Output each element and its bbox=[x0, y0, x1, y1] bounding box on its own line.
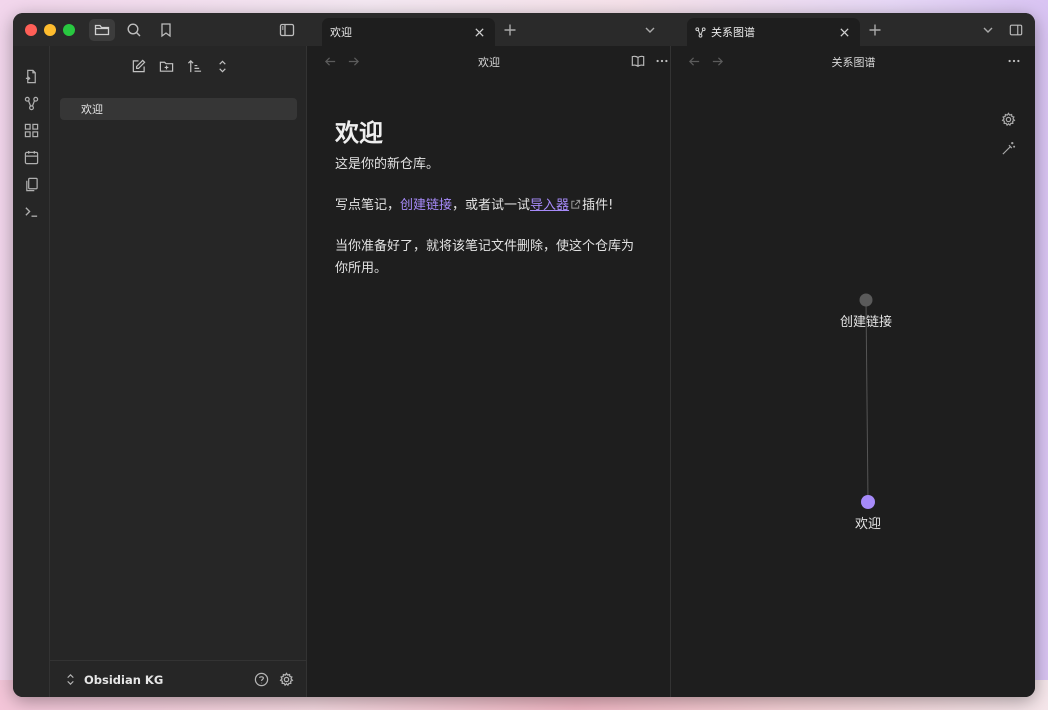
tab-graph-label: 关系图谱 bbox=[711, 26, 755, 39]
note-view-header: 欢迎 bbox=[308, 46, 670, 76]
close-icon[interactable] bbox=[837, 25, 851, 39]
close-icon[interactable] bbox=[472, 25, 486, 39]
minimize-window-button[interactable] bbox=[44, 24, 56, 36]
close-window-button[interactable] bbox=[25, 24, 37, 36]
settings-gear-icon[interactable] bbox=[278, 671, 294, 687]
tab-welcome[interactable]: 欢迎 bbox=[322, 18, 495, 46]
graph-node-create-link[interactable] bbox=[859, 293, 873, 307]
canvas-icon[interactable] bbox=[23, 122, 40, 139]
maximize-window-button[interactable] bbox=[63, 24, 75, 36]
app-window: 欢迎 关系图谱 欢迎 Obsidian KG 欢迎 欢迎 这是你的新仓库。 写点… bbox=[13, 13, 1035, 697]
note-paragraph-1: 这是你的新仓库。 bbox=[335, 157, 440, 172]
note-paragraph-2: 写点笔记，创建链接，或者试一试导入器 插件! bbox=[335, 195, 635, 217]
new-tab-button[interactable] bbox=[501, 21, 519, 39]
file-item-label: 欢迎 bbox=[81, 103, 103, 116]
title-bar: 欢迎 关系图谱 bbox=[13, 13, 1035, 46]
sidebar-right-icon[interactable] bbox=[1007, 21, 1025, 39]
note-pane: 欢迎 欢迎 这是你的新仓库。 写点笔记，创建链接，或者试一试导入器 插件! 当你准… bbox=[308, 46, 671, 697]
note-paragraph-3: 当你准备好了，就将该笔记文件删除，使这个仓库为你所用。 bbox=[335, 239, 635, 276]
graph-edge bbox=[865, 299, 869, 503]
collapse-icon[interactable] bbox=[212, 56, 232, 76]
vault-switcher-icon[interactable] bbox=[62, 671, 78, 687]
note-view-title: 欢迎 bbox=[478, 56, 500, 69]
note-content[interactable]: 欢迎 这是你的新仓库。 写点笔记，创建链接，或者试一试导入器 插件! 当你准备好了… bbox=[335, 118, 635, 280]
vault-name[interactable]: Obsidian KG bbox=[84, 673, 163, 687]
file-item-welcome[interactable]: 欢迎 bbox=[60, 98, 297, 120]
sort-icon[interactable] bbox=[184, 56, 204, 76]
graph-canvas[interactable] bbox=[672, 46, 1035, 697]
new-tab-button-right[interactable] bbox=[866, 21, 884, 39]
tab-list-chevron-down-icon-right[interactable] bbox=[979, 21, 997, 39]
graph-node-welcome[interactable] bbox=[861, 495, 875, 509]
templates-icon[interactable] bbox=[23, 176, 40, 193]
daily-notes-icon[interactable] bbox=[23, 149, 40, 166]
graph-view-icon[interactable] bbox=[23, 95, 40, 112]
more-options-icon[interactable] bbox=[654, 53, 670, 69]
left-ribbon bbox=[13, 46, 50, 697]
internal-link[interactable]: 创建链接 bbox=[400, 198, 452, 213]
reading-view-icon[interactable] bbox=[630, 53, 646, 69]
graph-icon bbox=[695, 26, 706, 38]
note-title: 欢迎 bbox=[335, 119, 383, 147]
bookmark-icon[interactable] bbox=[153, 19, 179, 41]
search-icon[interactable] bbox=[121, 19, 147, 41]
paragraph-text: 插件! bbox=[582, 198, 614, 213]
vault-footer: Obsidian KG bbox=[50, 660, 307, 697]
help-icon[interactable] bbox=[253, 671, 269, 687]
graph-node-label: 创建链接 bbox=[839, 315, 893, 330]
open-quick-switcher-icon[interactable] bbox=[23, 68, 40, 85]
file-explorer: 欢迎 Obsidian KG bbox=[50, 46, 307, 697]
tab-welcome-label: 欢迎 bbox=[330, 26, 352, 39]
folder-icon[interactable] bbox=[89, 19, 115, 41]
paragraph-text: ，或者试一试 bbox=[452, 198, 531, 213]
sidebar-left-icon[interactable] bbox=[274, 19, 300, 41]
paragraph-text: 写点笔记， bbox=[335, 198, 401, 213]
graph-pane[interactable]: 关系图谱 创建链接 欢迎 bbox=[672, 46, 1035, 697]
external-link[interactable]: 导入器 bbox=[530, 198, 569, 213]
new-folder-icon[interactable] bbox=[156, 56, 176, 76]
external-link-icon bbox=[571, 199, 581, 209]
tab-list-chevron-down-icon[interactable] bbox=[641, 21, 659, 39]
command-palette-icon[interactable] bbox=[23, 203, 40, 220]
tab-graph[interactable]: 关系图谱 bbox=[687, 18, 860, 46]
graph-node-label: 欢迎 bbox=[854, 517, 882, 532]
new-note-icon[interactable] bbox=[128, 56, 148, 76]
